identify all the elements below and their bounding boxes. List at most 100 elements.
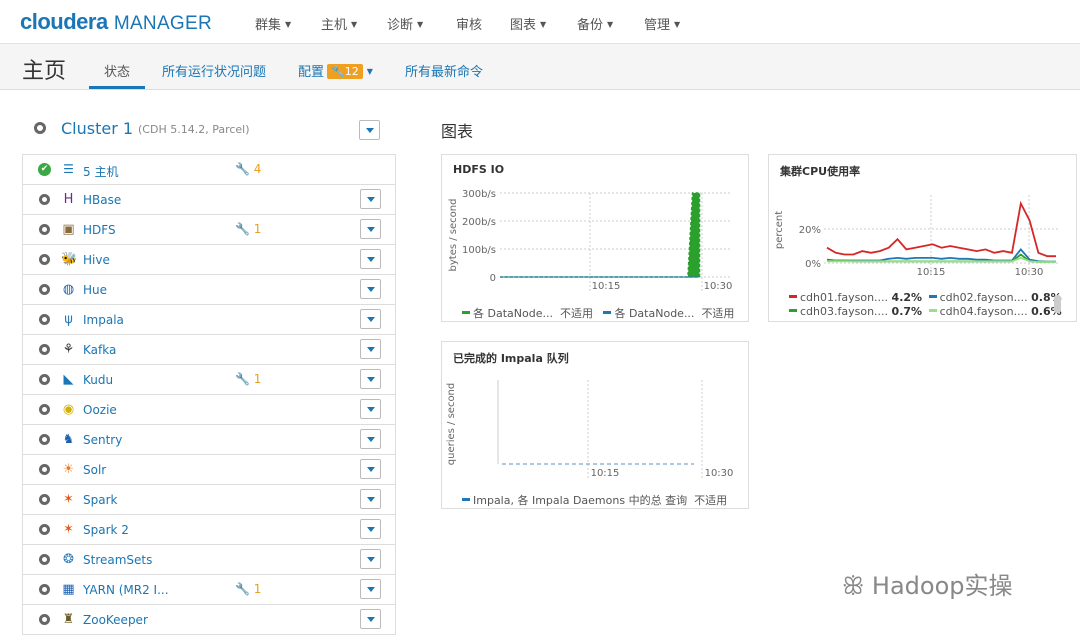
service-actions-dropdown[interactable]	[360, 189, 381, 209]
status-unknown-icon	[39, 614, 50, 625]
status-unknown-icon	[39, 374, 50, 385]
hosts-row[interactable]: ✔ ☰ 5 主机 🔧 4	[22, 155, 396, 185]
caret-down-icon: ▼	[417, 20, 424, 29]
service-actions-dropdown[interactable]	[360, 579, 381, 599]
service-actions-dropdown[interactable]	[360, 519, 381, 539]
service-row[interactable]: ◍ Hue	[22, 275, 396, 305]
service-actions-dropdown[interactable]	[360, 459, 381, 479]
menu-backup[interactable]: 备份 ▼	[577, 14, 613, 33]
hbase-icon: H	[63, 192, 74, 207]
service-row[interactable]: ◉ Oozie	[22, 395, 396, 425]
service-name-link[interactable]: Spark 2	[83, 523, 129, 537]
service-row[interactable]: ψ Impala	[22, 305, 396, 335]
service-row[interactable]: ▦ YARN (MR2 I... 🔧 1	[22, 575, 396, 605]
tab-status[interactable]: 状态	[104, 61, 130, 80]
chart-legend: cdh01.fayson.... 4.2% cdh02.fayson.... 0…	[789, 291, 1062, 319]
service-name-link[interactable]: Spark	[83, 493, 117, 507]
wechat-icon: ꕥ	[842, 572, 865, 600]
service-actions-dropdown[interactable]	[360, 219, 381, 239]
service-name-link[interactable]: StreamSets	[83, 553, 152, 567]
hosts-list-icon: ☰	[63, 162, 74, 176]
service-name-link[interactable]: Sentry	[83, 433, 122, 447]
menu-charts[interactable]: 图表 ▼	[510, 14, 546, 33]
service-name-link[interactable]: HDFS	[83, 223, 116, 237]
x-tick-label: 10:30	[705, 468, 734, 479]
cluster-name-link[interactable]: Cluster 1	[61, 119, 133, 138]
service-actions-dropdown[interactable]	[360, 309, 381, 329]
y-tick-label: 0	[490, 273, 496, 284]
service-row[interactable]: ✶ Spark 2	[22, 515, 396, 545]
config-warning-count[interactable]: 🔧 1	[235, 582, 261, 596]
service-actions-dropdown[interactable]	[360, 249, 381, 269]
legend-swatch	[928, 309, 937, 312]
service-name-link[interactable]: Kafka	[83, 343, 116, 357]
spark-icon: ✶	[63, 522, 74, 537]
service-row[interactable]: ❂ StreamSets	[22, 545, 396, 575]
config-warning-count[interactable]: 🔧 1	[235, 372, 261, 386]
y-tick-label: 300b/s	[462, 189, 496, 200]
service-name-link[interactable]: YARN (MR2 I...	[83, 583, 169, 597]
spark-icon: ✶	[63, 492, 74, 507]
service-name-link[interactable]: Oozie	[83, 403, 117, 417]
hdfs-icon: ▣	[62, 222, 75, 237]
wrench-icon: 🔧	[235, 162, 250, 176]
service-name-link[interactable]: Kudu	[83, 373, 113, 387]
menu-clusters[interactable]: 群集 ▼	[255, 14, 291, 33]
status-unknown-icon	[39, 314, 50, 325]
config-warning-count[interactable]: 🔧 1	[235, 222, 261, 236]
hdfs-io-chart[interactable]: HDFS IO bytes / second 300b/s 200b/s 100b/s…	[441, 154, 749, 322]
legend-scrollbar[interactable]	[1054, 295, 1061, 313]
chart-legend: 各 DataNode... 不适用 各 DataNode... 不适用	[462, 305, 734, 321]
service-actions-dropdown[interactable]	[360, 369, 381, 389]
service-actions-dropdown[interactable]	[360, 339, 381, 359]
cluster-cpu-chart[interactable]: 集群CPU使用率 percent 20% 0% 10:15 10:30 cdh01.fa…	[768, 154, 1077, 322]
menu-hosts[interactable]: 主机 ▼	[321, 14, 357, 33]
service-row[interactable]: 🐝 Hive	[22, 245, 396, 275]
service-actions-dropdown[interactable]	[360, 399, 381, 419]
x-tick-label: 10:15	[917, 267, 946, 278]
service-row[interactable]: ✶ Spark	[22, 485, 396, 515]
service-row[interactable]: ◣ Kudu 🔧 1	[22, 365, 396, 395]
y-tick-label: 100b/s	[462, 245, 496, 256]
service-row[interactable]: ▣ HDFS 🔧 1	[22, 215, 396, 245]
service-name-link[interactable]: Solr	[83, 463, 106, 477]
series-area-datanode-write	[500, 192, 701, 278]
caret-down-icon: ▼	[285, 20, 292, 29]
cluster-actions-dropdown[interactable]	[359, 120, 380, 140]
service-name-link[interactable]: Hive	[83, 253, 110, 267]
service-row[interactable]: H HBase	[22, 185, 396, 215]
wrench-icon: 🔧	[331, 65, 345, 78]
service-row[interactable]: ⚘ Kafka	[22, 335, 396, 365]
service-actions-dropdown[interactable]	[360, 429, 381, 449]
impala-icon: ψ	[64, 312, 73, 327]
service-name-link[interactable]: ZooKeeper	[83, 613, 148, 627]
hosts-link[interactable]: 5 主机	[83, 163, 118, 180]
caret-down-icon: ▼	[674, 20, 681, 29]
menu-audits[interactable]: 审核	[456, 14, 482, 33]
service-name-link[interactable]: Impala	[83, 313, 124, 327]
service-row[interactable]: ☀ Solr	[22, 455, 396, 485]
service-name-link[interactable]: Hue	[83, 283, 107, 297]
cloudera-manager-logo[interactable]: cloudera MANAGER	[20, 9, 212, 35]
legend-swatch	[789, 295, 797, 298]
menu-administration[interactable]: 管理 ▼	[644, 14, 680, 33]
service-actions-dropdown[interactable]	[360, 609, 381, 629]
service-row[interactable]: ♞ Sentry	[22, 425, 396, 455]
service-actions-dropdown[interactable]	[360, 279, 381, 299]
tab-configuration[interactable]: 配置 🔧12 ▼	[298, 61, 373, 80]
menu-diagnostics[interactable]: 诊断 ▼	[387, 14, 423, 33]
impala-queries-chart[interactable]: 已完成的 Impala 队列 queries / second 10:15 10:3…	[441, 341, 749, 509]
tab-all-recent-commands[interactable]: 所有最新命令	[405, 61, 483, 80]
service-row[interactable]: ♜ ZooKeeper	[22, 605, 396, 635]
service-name-link[interactable]: HBase	[83, 193, 121, 207]
status-unknown-icon	[39, 194, 50, 205]
oozie-icon: ◉	[62, 402, 75, 417]
service-actions-dropdown[interactable]	[360, 489, 381, 509]
config-warning-count[interactable]: 🔧 4	[235, 162, 261, 176]
y-tick-label: 0%	[805, 259, 821, 270]
tab-all-health-issues[interactable]: 所有运行状况问题	[162, 61, 266, 80]
status-unknown-icon	[39, 254, 50, 265]
solr-icon: ☀	[62, 462, 75, 477]
service-list: ✔ ☰ 5 主机 🔧 4 H HBase ▣ HDFS 🔧 1 🐝 Hive ◍ Hue ψ Imp…	[22, 154, 396, 635]
service-actions-dropdown[interactable]	[360, 549, 381, 569]
